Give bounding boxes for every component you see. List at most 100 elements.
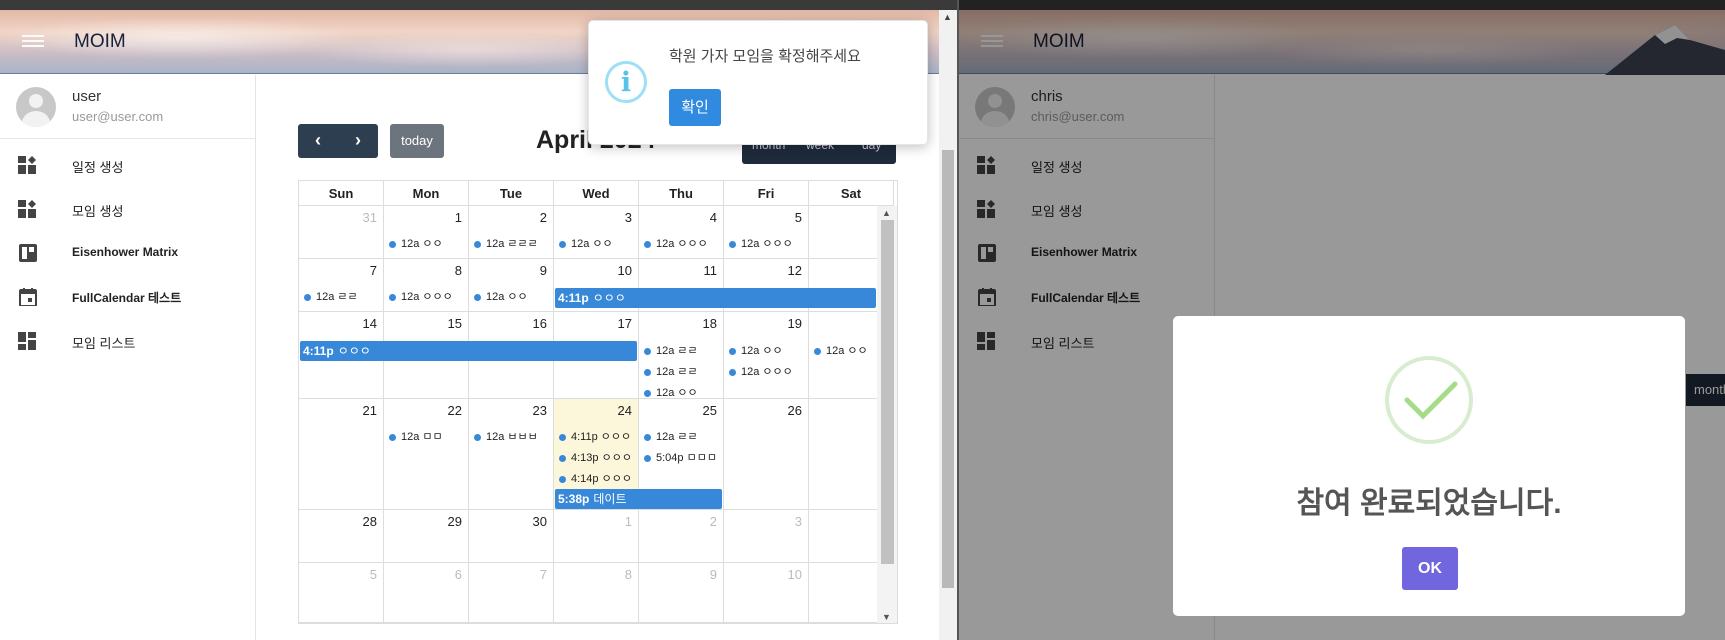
next-button[interactable]: ›: [338, 130, 378, 151]
day-number[interactable]: 3: [625, 210, 632, 225]
sidebar-item-create-schedule[interactable]: 일정 생성: [0, 143, 255, 187]
day-number[interactable]: 3: [795, 514, 802, 529]
calendar-event[interactable]: 12a ㅇㅇㅇ: [389, 288, 466, 304]
day-cell[interactable]: 7: [299, 259, 384, 312]
calendar-event[interactable]: 12a ㄹㄹ: [644, 428, 721, 444]
day-number[interactable]: 28: [363, 514, 377, 529]
day-cell[interactable]: 3: [724, 510, 809, 563]
day-cell[interactable]: 5: [299, 563, 384, 623]
day-number[interactable]: 5: [795, 210, 802, 225]
calendar-event[interactable]: 12a ㅇㅇ: [644, 384, 721, 400]
day-number[interactable]: 17: [618, 316, 632, 331]
day-cell[interactable]: 7: [469, 563, 554, 623]
sidebar-item-fullcalendar[interactable]: FullCalendar 테스트: [0, 275, 255, 319]
day-number[interactable]: 1: [455, 210, 462, 225]
day-number[interactable]: 2: [540, 210, 547, 225]
day-number[interactable]: 18: [703, 316, 717, 331]
day-number[interactable]: 10: [788, 567, 802, 582]
day-cell[interactable]: 2: [469, 206, 554, 259]
day-number[interactable]: 22: [448, 403, 462, 418]
day-cell[interactable]: 8: [554, 563, 639, 623]
calendar-event-bar[interactable]: 5:38p 데이트: [555, 489, 722, 509]
day-cell[interactable]: 4: [639, 206, 724, 259]
day-number[interactable]: 4: [710, 210, 717, 225]
calendar-event[interactable]: 12a ㅁㅁ: [389, 428, 466, 444]
day-cell[interactable]: 28: [299, 510, 384, 563]
scroll-up-arrow-icon[interactable]: ▲: [943, 12, 952, 22]
scrollbar-thumb[interactable]: [881, 220, 894, 564]
calendar-event[interactable]: 4:14p ㅇㅇㅇ: [559, 470, 636, 486]
calendar-event[interactable]: 12a ㄹㄹ: [644, 342, 721, 358]
day-number[interactable]: 9: [710, 567, 717, 582]
confirm-button[interactable]: 확인: [669, 89, 721, 126]
day-number[interactable]: 10: [618, 263, 632, 278]
day-number[interactable]: 1: [625, 514, 632, 529]
day-cell[interactable]: 3: [554, 206, 639, 259]
calendar-event[interactable]: 12a ㅇㅇㅇ: [729, 363, 806, 379]
day-number[interactable]: 12: [788, 263, 802, 278]
calendar-event[interactable]: 12a ㄹㄹ: [644, 363, 721, 379]
calendar-event[interactable]: 12a ㅇㅇ: [389, 235, 466, 251]
day-number[interactable]: 16: [533, 316, 547, 331]
day-number[interactable]: 31: [363, 210, 377, 225]
calendar-event[interactable]: 12a ㅇㅇ: [474, 288, 551, 304]
day-number[interactable]: 5: [370, 567, 377, 582]
day-number[interactable]: 6: [455, 567, 462, 582]
calendar-event[interactable]: 12a ㅇㅇㅇ: [729, 235, 806, 251]
scrollbar-thumb[interactable]: [942, 150, 954, 588]
day-cell[interactable]: 1: [384, 206, 469, 259]
calendar-event[interactable]: 5:04p ㅁㅁㅁ: [644, 449, 721, 465]
day-cell[interactable]: 22: [384, 399, 469, 510]
calendar-event[interactable]: 12a ㄹㄹ: [304, 288, 381, 304]
day-cell[interactable]: 23: [469, 399, 554, 510]
calendar-event[interactable]: 12a ㅇㅇㅇ: [644, 235, 721, 251]
day-cell[interactable]: 1: [554, 510, 639, 563]
day-number[interactable]: 2: [710, 514, 717, 529]
sidebar-item-create-meeting[interactable]: 모임 생성: [0, 187, 255, 231]
day-number[interactable]: 7: [370, 263, 377, 278]
today-button[interactable]: today: [390, 124, 444, 158]
sidebar-item-meeting-list[interactable]: 모임 리스트: [0, 319, 255, 363]
calendar-event[interactable]: 12a ㅂㅂㅂ: [474, 428, 551, 444]
day-cell[interactable]: 29: [384, 510, 469, 563]
day-cell[interactable]: 21: [299, 399, 384, 510]
day-number[interactable]: 21: [363, 403, 377, 418]
day-cell[interactable]: 10: [724, 563, 809, 623]
day-number[interactable]: 29: [448, 514, 462, 529]
calendar-event[interactable]: 4:11p ㅇㅇㅇ: [559, 428, 636, 444]
calendar-event[interactable]: 12a ㄹㄹㄹ: [474, 235, 551, 251]
day-number[interactable]: 26: [788, 403, 802, 418]
day-cell[interactable]: 6: [384, 563, 469, 623]
day-cell[interactable]: 26: [724, 399, 809, 510]
calendar-event-bar[interactable]: 4:11p ㅇㅇㅇ: [300, 341, 637, 361]
scroll-down-arrow-icon[interactable]: ▼: [882, 612, 891, 622]
day-cell[interactable]: 9: [469, 259, 554, 312]
hamburger-menu-icon[interactable]: [22, 32, 44, 52]
day-cell[interactable]: 5: [724, 206, 809, 259]
day-number[interactable]: 23: [533, 403, 547, 418]
day-number[interactable]: 30: [533, 514, 547, 529]
day-number[interactable]: 25: [703, 403, 717, 418]
day-cell[interactable]: 9: [639, 563, 724, 623]
day-cell[interactable]: 31: [299, 206, 384, 259]
calendar-event-bar[interactable]: 4:11p ㅇㅇㅇ: [555, 288, 876, 308]
day-number[interactable]: 9: [540, 263, 547, 278]
calendar-event[interactable]: 12a ㅇㅇ: [559, 235, 636, 251]
day-number[interactable]: 8: [625, 567, 632, 582]
scroll-up-arrow-icon[interactable]: ▲: [882, 208, 891, 218]
sidebar-item-eisenhower[interactable]: Eisenhower Matrix: [0, 231, 255, 275]
calendar-event[interactable]: 12a ㅇㅇ: [729, 342, 806, 358]
day-cell[interactable]: 30: [469, 510, 554, 563]
ok-button[interactable]: OK: [1402, 547, 1458, 590]
day-number[interactable]: 19: [788, 316, 802, 331]
page-scrollbar[interactable]: ▲: [939, 10, 957, 640]
calendar-event[interactable]: 4:13p ㅇㅇㅇ: [559, 449, 636, 465]
prev-button[interactable]: ‹: [298, 130, 338, 151]
day-number[interactable]: 11: [704, 263, 718, 278]
day-cell[interactable]: 2: [639, 510, 724, 563]
day-cell[interactable]: 8: [384, 259, 469, 312]
day-number[interactable]: 8: [455, 263, 462, 278]
day-number[interactable]: 7: [540, 567, 547, 582]
calendar-scrollbar[interactable]: ▲ ▼: [877, 206, 897, 623]
day-number[interactable]: 15: [448, 316, 462, 331]
